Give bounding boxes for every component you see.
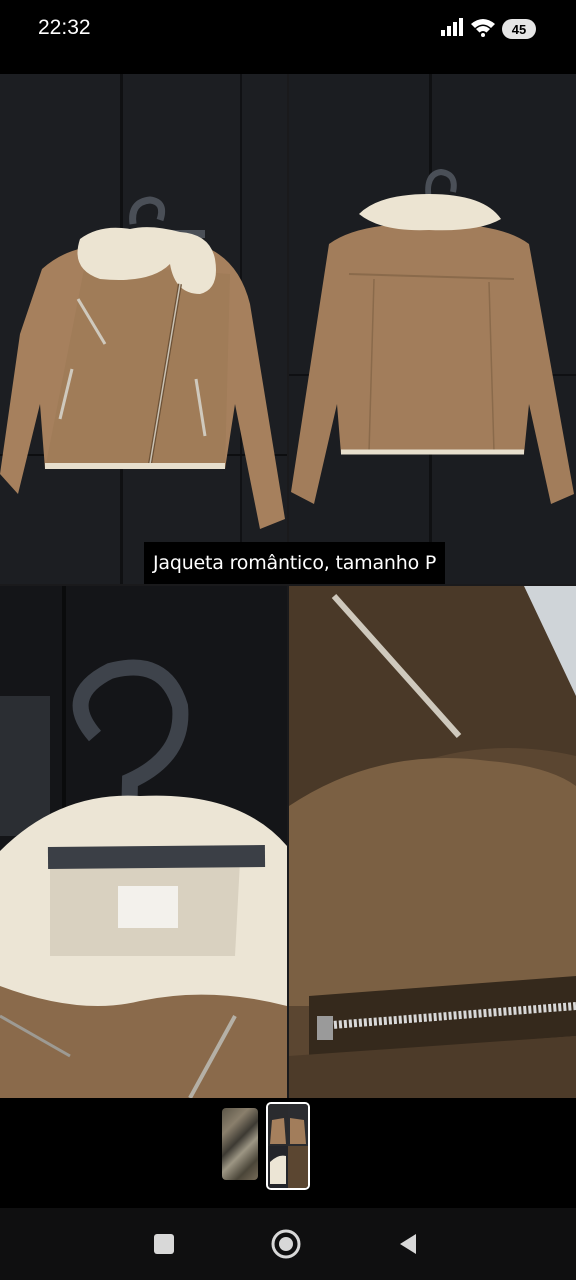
recents-square-icon[interactable] [148, 1228, 180, 1260]
status-time: 22:32 [38, 16, 91, 39]
story-thumbnail-selected[interactable] [266, 1102, 310, 1190]
wifi-icon [470, 17, 496, 42]
home-circle-icon[interactable] [270, 1228, 302, 1260]
jacket-front-photo [0, 74, 287, 584]
jacket-zipper-closeup-photo [289, 586, 576, 1098]
story-thumbnail-strip [0, 1098, 576, 1208]
battery-icon: 45 [502, 19, 536, 39]
story-collage[interactable]: Jaqueta romântico, tamanho P [0, 74, 576, 1098]
story-caption-text: Jaqueta romântico, tamanho P [153, 552, 437, 574]
story-caption: Jaqueta romântico, tamanho P [144, 542, 446, 584]
navigation-bar [0, 1208, 576, 1280]
signal-icon [440, 17, 464, 42]
status-icons: 45 [440, 17, 536, 41]
jacket-collar-label-photo [0, 586, 287, 1098]
jacket-back-photo [289, 74, 576, 584]
back-triangle-icon[interactable] [392, 1228, 424, 1260]
status-bar: 22:32 45 [0, 0, 576, 60]
story-thumbnail[interactable] [222, 1108, 258, 1180]
